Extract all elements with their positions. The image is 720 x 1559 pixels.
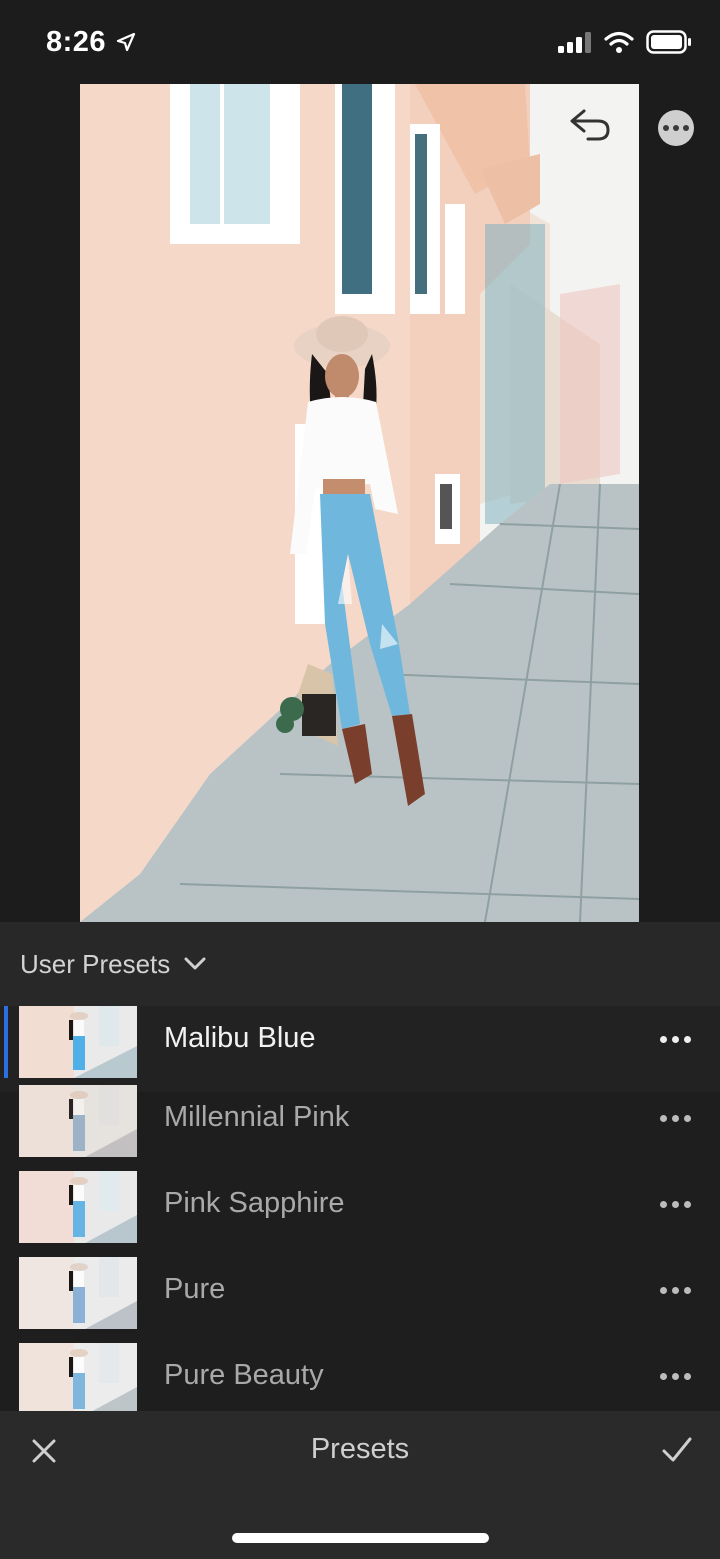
edited-photo (80, 84, 639, 922)
undo-button[interactable] (566, 107, 614, 147)
preset-thumbnail (19, 1343, 137, 1411)
battery-icon (646, 30, 692, 59)
preset-row-pure[interactable]: Pure (0, 1257, 720, 1343)
wifi-icon (604, 31, 634, 58)
more-options-icon[interactable] (660, 1287, 691, 1294)
preset-name: Millennial Pink (164, 1101, 350, 1133)
dot (683, 125, 689, 131)
status-time: 8:26 (46, 26, 107, 58)
chevron-down-icon (184, 957, 206, 976)
more-options-icon[interactable] (660, 1036, 691, 1043)
bottom-title: Presets (310, 1433, 410, 1465)
preset-thumbnail (19, 1171, 137, 1243)
preset-group-selector[interactable]: User Presets (0, 922, 720, 1006)
preset-name: Pure (164, 1273, 226, 1305)
dot (673, 125, 679, 131)
preset-thumbnail (19, 1085, 137, 1157)
dot (663, 125, 669, 131)
location-arrow-icon (116, 32, 136, 57)
preset-group-label: User Presets (20, 948, 171, 979)
preset-thumbnail (19, 1257, 137, 1329)
preset-row-malibu-blue[interactable]: Malibu Blue (0, 1006, 720, 1092)
photo-canvas[interactable] (0, 84, 720, 922)
checkmark-icon[interactable] (660, 1433, 694, 1467)
more-options-icon[interactable] (660, 1201, 691, 1208)
selection-indicator (4, 1006, 8, 1078)
preset-list[interactable]: Malibu Blue Millennial Pink Pink Sapphir… (0, 1006, 720, 1411)
undo-icon (568, 108, 612, 147)
preset-name: Malibu Blue (164, 1022, 316, 1054)
more-options-icon[interactable] (660, 1115, 691, 1122)
status-bar: 8:26 (0, 0, 720, 84)
presets-panel: User Presets Malibu Blue Millennial Pink… (0, 922, 720, 1411)
preset-thumbnail (19, 1006, 137, 1078)
preset-name: Pure Beauty (164, 1359, 324, 1391)
more-options-button[interactable] (658, 110, 694, 146)
more-options-icon[interactable] (660, 1373, 691, 1380)
home-indicator[interactable] (232, 1533, 489, 1543)
preset-name: Pink Sapphire (164, 1187, 345, 1219)
preset-row-pure-beauty[interactable]: Pure Beauty (0, 1343, 720, 1411)
preset-row-millennial-pink[interactable]: Millennial Pink (0, 1085, 720, 1171)
cellular-signal-icon (558, 31, 592, 58)
preset-row-pink-sapphire[interactable]: Pink Sapphire (0, 1171, 720, 1257)
status-indicators (558, 30, 692, 59)
